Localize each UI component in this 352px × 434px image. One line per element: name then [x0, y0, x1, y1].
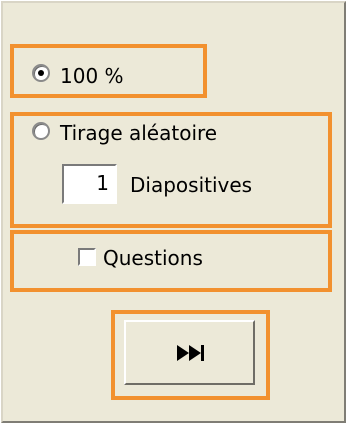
label-questions: Questions	[103, 246, 203, 270]
label-100-percent: 100 %	[60, 64, 124, 88]
options-panel: 100 % Tirage aléatoire 1 Diapositives Qu…	[1, 1, 346, 423]
label-slides: Diapositives	[130, 173, 253, 197]
radio-random-draw[interactable]	[32, 122, 50, 140]
radio-100-percent[interactable]	[32, 64, 50, 82]
questions-checkbox[interactable]	[78, 248, 96, 266]
radio-selected-dot	[38, 70, 44, 76]
start-button[interactable]	[124, 320, 255, 385]
slides-count-input[interactable]: 1	[62, 164, 117, 204]
fast-forward-icon	[176, 344, 204, 361]
label-random-draw: Tirage aléatoire	[60, 121, 218, 145]
